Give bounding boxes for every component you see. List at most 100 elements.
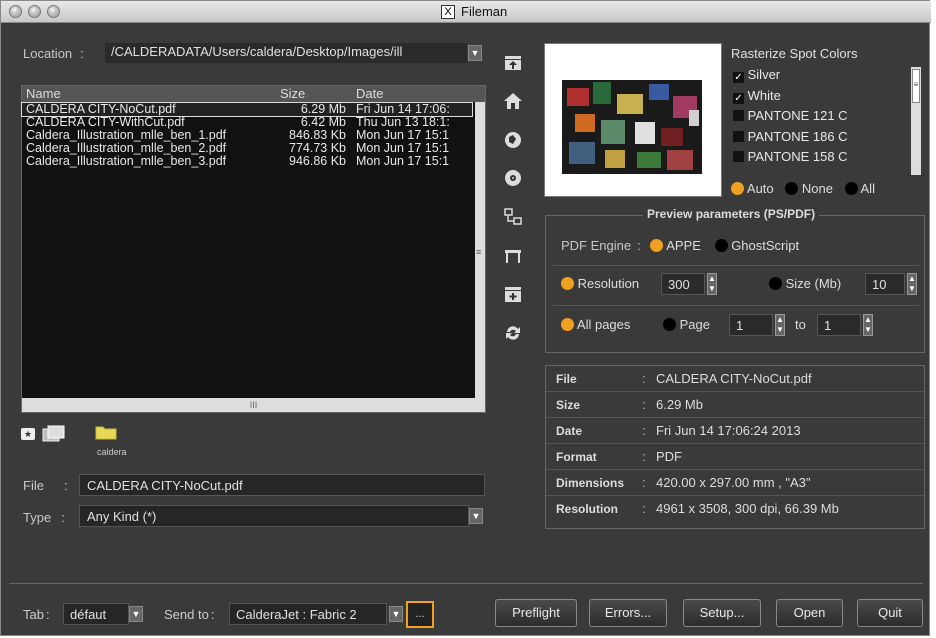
column-header-size[interactable]: Size: [280, 86, 305, 101]
size-option[interactable]: Size (Mb): [769, 276, 841, 291]
all-pages-option[interactable]: All pages: [561, 317, 630, 332]
spot-color-item[interactable]: ✓ White: [733, 88, 848, 109]
appe-radio[interactable]: [650, 239, 664, 252]
spot-color-item[interactable]: PANTONE 121 C: [733, 108, 848, 129]
column-header-name[interactable]: Name: [26, 86, 61, 101]
file-list-vscroll[interactable]: ≡: [475, 102, 485, 398]
spot-color-checkbox[interactable]: [733, 110, 744, 121]
file-row-date: Mon Jun 17 15:1: [356, 129, 450, 142]
resolution-stepper[interactable]: ▲ ▼: [707, 273, 717, 295]
spot-color-item[interactable]: ✓ Silver: [733, 67, 848, 88]
spot-colors-list: ✓ Silver ✓ White PANTONE 121 C PANTONE 18…: [733, 67, 848, 170]
info-row: Format: PDF: [546, 444, 924, 470]
info-colon: :: [642, 475, 646, 490]
hscroll-grip: III: [249, 400, 258, 410]
refresh-icon[interactable]: [503, 323, 523, 343]
resolution-radio[interactable]: [561, 277, 574, 290]
pdf-engine-row: PDF Engine: APPE GhostScript: [561, 238, 800, 253]
file-list-hscroll[interactable]: III: [22, 398, 485, 412]
info-value: Fri Jun 14 17:06:24 2013: [656, 423, 801, 438]
info-row: Size:6.29 Mb: [546, 392, 924, 418]
spot-color-item[interactable]: PANTONE 158 C: [733, 149, 848, 170]
file-name-field[interactable]: CALDERA CITY-NoCut.pdf: [79, 474, 485, 496]
engine-ghostscript-option[interactable]: GhostScript: [714, 238, 799, 253]
resolution-option[interactable]: Resolution: [561, 276, 639, 291]
info-value: 6.29 Mb: [656, 397, 703, 412]
network-globe-icon[interactable]: [503, 130, 523, 150]
engine-appe-option[interactable]: APPE: [650, 238, 701, 253]
auto-radio[interactable]: [731, 182, 744, 195]
spot-mode-none[interactable]: None: [785, 181, 833, 196]
preview-parameters-title: Preview parameters (PS/PDF): [643, 207, 820, 221]
none-label: None: [801, 181, 833, 196]
errors-button[interactable]: Errors...: [589, 599, 667, 627]
x11-icon: X: [441, 4, 455, 19]
spot-mode-auto[interactable]: Auto: [731, 181, 774, 196]
page-to-field[interactable]: 1: [817, 314, 861, 336]
type-dropdown-button[interactable]: ▼: [469, 508, 483, 524]
folder-shelf-icon[interactable]: [503, 246, 523, 266]
caldera-folder-label[interactable]: caldera: [97, 447, 127, 457]
location-label: Location:: [23, 46, 84, 61]
spot-color-checkbox[interactable]: ✓: [733, 72, 744, 83]
spot-scroll-thumb[interactable]: ≡: [912, 69, 920, 103]
page-from-field[interactable]: 1: [729, 314, 773, 336]
minimize-window-button[interactable]: [28, 5, 41, 18]
tab-dropdown-button[interactable]: ▼: [129, 606, 143, 622]
drives-icon[interactable]: [41, 425, 67, 443]
type-field[interactable]: Any Kind (*): [79, 505, 469, 527]
all-pages-radio[interactable]: [561, 318, 574, 331]
size-stepper[interactable]: ▲ ▼: [907, 273, 917, 295]
send-to-dropdown-button[interactable]: ▼: [389, 606, 403, 622]
spot-color-checkbox[interactable]: ✓: [733, 92, 744, 104]
sitemap-icon[interactable]: [503, 207, 523, 227]
info-value: 4961 x 3508, 300 dpi, 66.39 Mb: [656, 501, 839, 516]
size-field[interactable]: 10: [865, 273, 905, 295]
info-colon: :: [642, 449, 646, 464]
none-radio[interactable]: [785, 182, 799, 195]
column-header-date[interactable]: Date: [356, 86, 383, 101]
preview-thumbnail: [544, 43, 722, 197]
send-to-more-button[interactable]: ...: [406, 601, 434, 628]
page-from-stepper[interactable]: ▲ ▼: [775, 314, 785, 336]
caldera-folder-icon[interactable]: [95, 424, 117, 440]
file-list[interactable]: Name Size Date CALDERA CITY-NoCut.pdf 6.2…: [21, 85, 486, 413]
close-window-button[interactable]: [9, 5, 22, 18]
spot-mode-all[interactable]: All: [844, 181, 875, 196]
tab-field[interactable]: défaut: [63, 603, 129, 625]
location-dropdown-button[interactable]: ▼: [468, 45, 482, 61]
info-colon: :: [642, 501, 646, 516]
open-button[interactable]: Open: [776, 599, 843, 627]
go-up-icon[interactable]: [503, 53, 523, 73]
all-label: All: [860, 181, 875, 196]
quit-button[interactable]: Quit: [857, 599, 923, 627]
spot-color-checkbox[interactable]: [733, 130, 744, 142]
home-icon[interactable]: [503, 91, 523, 111]
new-folder-icon[interactable]: [503, 284, 523, 304]
preflight-button[interactable]: Preflight: [495, 599, 577, 627]
zoom-window-button[interactable]: [47, 5, 60, 18]
file-label: File:: [23, 478, 68, 493]
page-option[interactable]: Page: [663, 317, 710, 332]
ghostscript-radio[interactable]: [714, 239, 728, 252]
info-row: Date: Fri Jun 14 17:06:24 2013: [546, 418, 924, 444]
file-row[interactable]: Caldera_Illustration_mlle_ben_3.pdf 946.8…: [22, 155, 472, 168]
page-radio[interactable]: [663, 318, 676, 331]
location-field[interactable]: /CALDERADATA/Users/caldera/Desktop/Image…: [105, 43, 467, 63]
favorites-icon[interactable]: ★: [21, 428, 35, 440]
send-to-field[interactable]: CalderaJet : Fabric 2: [229, 603, 387, 625]
spot-color-label: Silver: [747, 67, 781, 82]
page-to-stepper[interactable]: ▲ ▼: [863, 314, 873, 336]
spot-color-item[interactable]: PANTONE 186 C: [733, 129, 848, 150]
spot-color-label: PANTONE 121 C: [747, 108, 848, 123]
spot-color-label: White: [747, 87, 781, 103]
all-radio[interactable]: [844, 182, 858, 195]
file-row-date: Mon Jun 17 15:1: [356, 155, 450, 168]
setup-button[interactable]: Setup...: [683, 599, 761, 627]
spot-color-checkbox[interactable]: [733, 151, 744, 162]
separator: [553, 265, 919, 266]
resolution-field[interactable]: 300: [661, 273, 705, 295]
disc-icon[interactable]: [503, 168, 523, 188]
spot-colors-scrollbar[interactable]: ≡: [911, 67, 921, 175]
size-radio[interactable]: [769, 277, 782, 290]
